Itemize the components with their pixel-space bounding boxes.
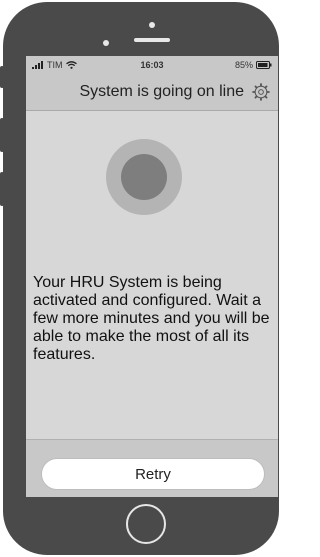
- page-title: System is going on line: [79, 83, 244, 100]
- mute-switch: [0, 66, 4, 88]
- footer-bar: Retry: [26, 439, 278, 497]
- battery-percent: 85%: [234, 60, 253, 70]
- battery-icon: [256, 61, 272, 69]
- volume-down-button: [0, 172, 4, 206]
- volume-up-button: [0, 118, 4, 152]
- status-message: Your HRU System is being activated and c…: [33, 274, 270, 363]
- battery-group: 85%: [235, 60, 272, 70]
- front-camera: [149, 22, 155, 28]
- retry-button[interactable]: Retry: [41, 458, 265, 490]
- connection-pulse-icon: [106, 139, 182, 215]
- home-button[interactable]: [126, 504, 166, 544]
- status-bar: TIM 16:03 85%: [26, 56, 278, 74]
- proximity-sensor: [103, 40, 109, 46]
- earpiece-speaker: [134, 38, 170, 42]
- app-header: System is going on line: [26, 74, 278, 111]
- gear-icon[interactable]: [252, 83, 270, 101]
- app-screen: TIM 16:03 85% System is going on line Yo…: [26, 56, 278, 497]
- indicator-inner-dot: [121, 154, 167, 200]
